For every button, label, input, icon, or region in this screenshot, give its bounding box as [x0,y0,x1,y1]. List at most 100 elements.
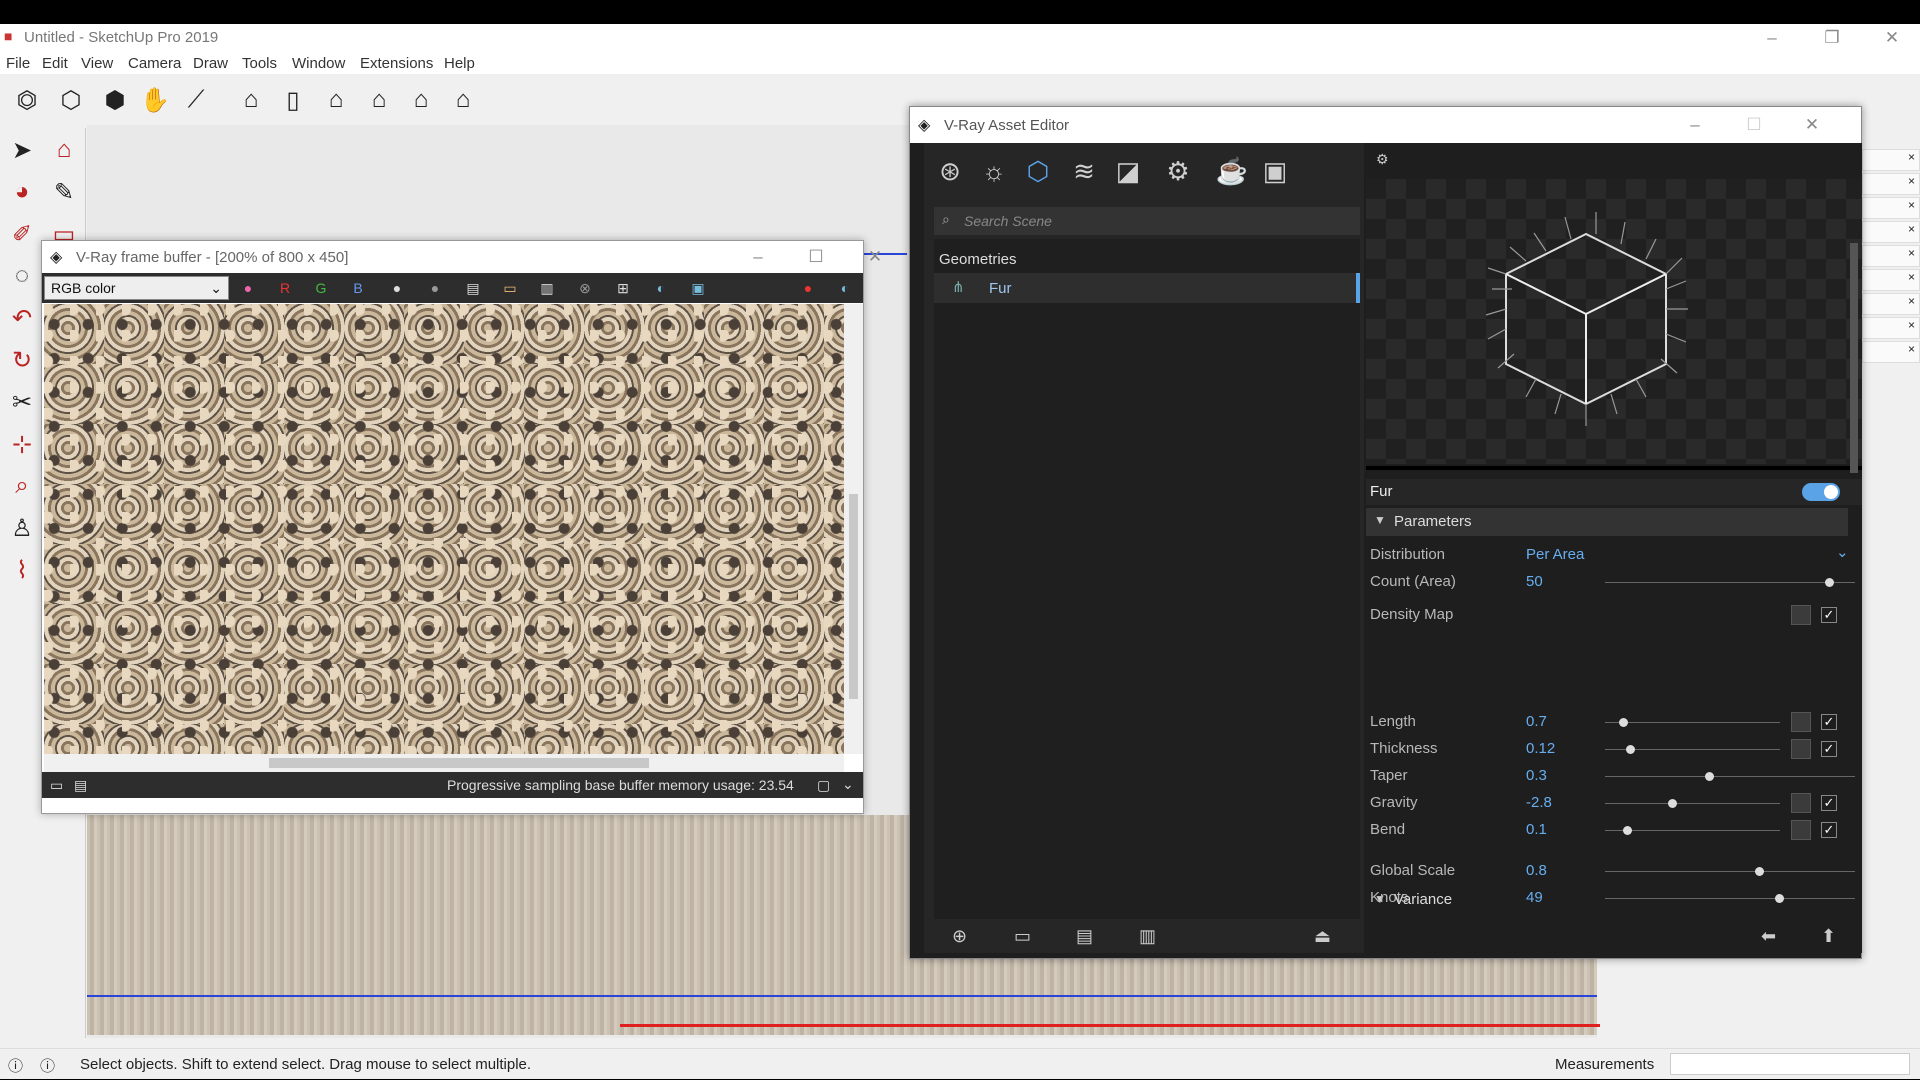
slider-handle[interactable] [1825,578,1834,587]
vscroll-thumb[interactable] [849,494,858,699]
open-icon[interactable]: ▭ [1014,926,1031,947]
house-outline-icon[interactable]: ⌂ [402,80,440,120]
vfb-maximize[interactable]: ☐ [796,245,836,269]
menu-help[interactable]: Help [444,55,475,72]
section-icon[interactable]: ⏣ [8,80,46,120]
axes-icon[interactable]: ⊹ [2,424,42,464]
history-icon[interactable]: ▤ [74,777,87,794]
map-checkbox[interactable]: ✓ [1821,714,1837,730]
vfb-minimize[interactable]: – [738,245,778,269]
expand-icon[interactable]: ⌄ [842,776,854,793]
eraser-icon[interactable]: ✎ [44,172,84,212]
box-icon[interactable]: ⬡ [52,80,90,120]
slider-handle[interactable] [1755,867,1764,876]
param-value[interactable]: 0.3 [1526,767,1547,784]
stop-icon[interactable]: ● [795,277,821,299]
geometry-icon[interactable]: ⬡ [1020,153,1056,189]
parameters-rollout[interactable]: ▼ Parameters [1366,508,1848,536]
color-correct-icon[interactable]: ● [235,277,261,299]
textures-icon[interactable]: ◪ [1110,153,1146,189]
settings-icon[interactable]: ⚙ [1160,153,1196,189]
region-icon[interactable]: ⊞ [610,277,636,299]
slider-handle[interactable] [1626,745,1635,754]
clipboard-icon[interactable]: ▥ [534,277,560,299]
tray-close-icon[interactable]: × [1862,341,1920,363]
save-icon[interactable]: ▤ [1076,926,1093,947]
save-icon[interactable]: ▤ [460,277,486,299]
menu-draw[interactable]: Draw [193,55,228,72]
texture-slot[interactable] [1791,793,1811,813]
white-circle-icon[interactable]: ● [384,277,410,299]
param-slider[interactable] [1605,867,1855,876]
param-value[interactable]: 49 [1526,889,1543,906]
preview-settings-icon[interactable]: ⚙ [1376,151,1389,168]
walk-icon[interactable]: ♙ [2,508,42,548]
slider-handle[interactable] [1775,894,1784,903]
menu-file[interactable]: File [6,55,30,72]
warehouse-icon[interactable]: ⌂ [444,80,482,120]
distribution-select[interactable]: Per Area [1526,546,1584,563]
back-icon[interactable]: ⬅ [1761,926,1776,947]
vfb-vertical-scrollbar[interactable] [844,304,863,754]
slider-handle[interactable] [1705,772,1714,781]
map-checkbox[interactable]: ✓ [1821,822,1837,838]
render-icon[interactable]: ◐ [832,277,858,299]
menu-window[interactable]: Window [292,55,345,72]
circle-icon[interactable]: ◌ [2,256,42,296]
param-value[interactable]: -2.8 [1526,794,1552,811]
store-icon[interactable]: ⌂ [360,80,398,120]
offset-icon[interactable]: ↶ [2,298,42,338]
geo-icon[interactable]: ⓘ [8,1055,23,1076]
param-value[interactable]: 0.1 [1526,821,1547,838]
materials-icon[interactable]: ⊛ [932,153,968,189]
close-button[interactable]: ✕ [1872,26,1912,50]
minimize-button[interactable]: – [1752,26,1792,50]
tray-close-icon[interactable]: × [1862,293,1920,315]
render-teapot-icon[interactable]: ☕ [1214,153,1250,189]
menu-view[interactable]: View [81,55,113,72]
tray-close-icon[interactable]: × [1862,221,1920,243]
param-value[interactable]: 0.12 [1526,740,1555,757]
menu-extensions[interactable]: Extensions [360,55,433,72]
param-slider[interactable] [1605,826,1780,835]
zoom-icon[interactable]: ⌕ [2,466,42,506]
slider-handle[interactable] [1668,799,1677,808]
menu-tools[interactable]: Tools [242,55,277,72]
footprint-icon[interactable]: ⌇ [2,550,42,590]
map-checkbox[interactable]: ✓ [1821,741,1837,757]
tray-close-icon[interactable]: × [1862,173,1920,195]
red-channel-button[interactable]: R [272,277,298,299]
clear-icon[interactable]: ⊗ [572,277,598,299]
tray-close-icon[interactable]: × [1862,317,1920,339]
tape-icon[interactable]: ✂ [2,382,42,422]
select-icon[interactable]: ➤ [2,130,42,170]
grey-circle-icon[interactable]: ● [422,277,448,299]
folder-icon[interactable]: ▭ [497,277,523,299]
fur-enable-toggle[interactable] [1802,483,1840,501]
house-icon[interactable]: ⌂ [232,80,270,120]
frame-buffer-icon[interactable]: ▣ [1257,153,1293,189]
param-slider[interactable] [1605,799,1780,808]
list-item-fur[interactable]: ⋔ Fur [934,273,1360,303]
tray-close-icon[interactable]: × [1862,269,1920,291]
param-slider[interactable] [1605,894,1855,903]
search-input[interactable]: ⌕ Search Scene [934,207,1360,235]
eraser-icon[interactable]: ⟋ [177,80,215,120]
component-icon[interactable]: ⌂ [44,130,84,170]
density-map-checkbox[interactable]: ✓ [1821,607,1837,623]
param-slider[interactable] [1605,772,1855,781]
add-asset-icon[interactable]: ⊕ [952,926,967,947]
layers-icon[interactable]: ≋ [1066,153,1102,189]
params-scrollbar[interactable] [1850,243,1858,473]
vfb-horizontal-scrollbar[interactable] [44,754,844,772]
channel-select[interactable]: RGB color ⌄ [44,276,229,300]
home-icon[interactable]: ⌂ [317,80,355,120]
param-slider[interactable] [1605,718,1780,727]
param-value[interactable]: 0.8 [1526,862,1547,879]
hscroll-thumb[interactable] [269,758,649,768]
param-slider[interactable] [1605,745,1780,754]
box2-icon[interactable]: ⬢ [96,80,134,120]
tray-close-icon[interactable]: × [1862,149,1920,171]
texture-slot[interactable] [1791,820,1811,840]
door-icon[interactable]: ▯ [274,80,312,120]
